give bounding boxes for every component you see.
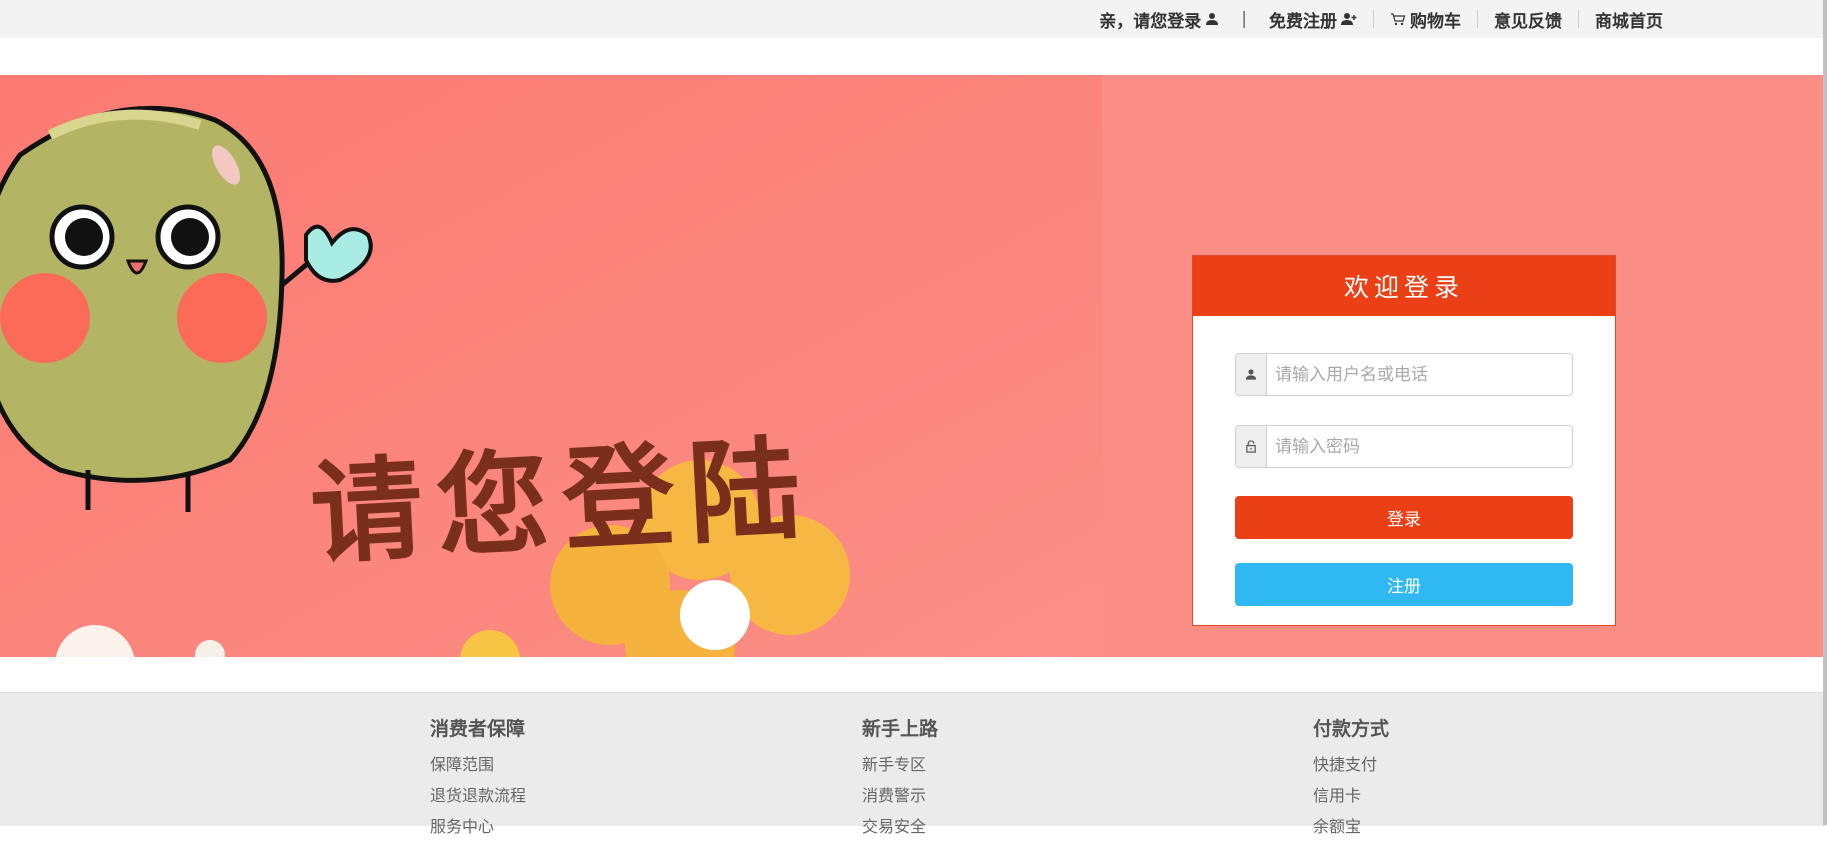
- footer-link[interactable]: 余额宝: [1313, 811, 1389, 842]
- user-icon: [1206, 13, 1219, 25]
- password-input[interactable]: [1267, 427, 1572, 466]
- nav-divider: [1373, 10, 1374, 28]
- footer-link[interactable]: 退货退款流程: [430, 780, 526, 811]
- cart-link[interactable]: 购物车: [1390, 7, 1461, 32]
- user-icon: [1236, 354, 1267, 395]
- cart-icon: [1391, 13, 1406, 26]
- footer-column-title: 消费者保障: [430, 718, 526, 740]
- username-input[interactable]: [1267, 355, 1572, 394]
- register-link-label: 免费注册: [1269, 11, 1337, 32]
- feedback-link-label: 意见反馈: [1494, 11, 1562, 32]
- home-link[interactable]: 商城首页: [1595, 7, 1663, 32]
- banner: 请您登陆 欢迎登录 登录 注册: [0, 75, 1823, 657]
- register-link[interactable]: 免费注册: [1269, 7, 1357, 32]
- footer-link[interactable]: 快捷支付: [1313, 749, 1389, 780]
- footer-column-consumer: 消费者保障 保障范围 退货退款流程 服务中心: [430, 717, 526, 842]
- register-button[interactable]: 注册: [1235, 563, 1573, 606]
- scrollbar[interactable]: [1823, 0, 1827, 825]
- login-link[interactable]: 亲，请您登录: [1099, 7, 1219, 32]
- add-user-icon: [1341, 13, 1357, 25]
- login-button[interactable]: 登录: [1235, 496, 1573, 539]
- password-field[interactable]: [1235, 425, 1573, 468]
- footer-link[interactable]: 新手专区: [862, 749, 938, 780]
- footer-link[interactable]: 交易安全: [862, 811, 938, 842]
- footer-link[interactable]: 服务中心: [430, 811, 526, 842]
- top-nav: 亲，请您登录 | 免费注册 购物车 意见反馈 商城首页: [1099, 0, 1663, 38]
- footer-link[interactable]: 消费警示: [862, 780, 938, 811]
- footer-column-title: 付款方式: [1313, 718, 1390, 740]
- home-link-label: 商城首页: [1595, 11, 1663, 32]
- nav-separator: |: [1241, 9, 1247, 29]
- login-link-label: 亲，请您登录: [1099, 11, 1202, 32]
- lock-icon: [1236, 426, 1267, 467]
- footer: 消费者保障 保障范围 退货退款流程 服务中心 新手上路 新手专区 消费警示 交易…: [0, 692, 1827, 836]
- login-panel: 欢迎登录 登录 注册: [1192, 255, 1616, 626]
- username-field[interactable]: [1235, 353, 1573, 396]
- banner-slogan: 请您登陆: [307, 422, 818, 581]
- nav-divider: [1578, 10, 1579, 28]
- top-bar: 亲，请您登录 | 免费注册 购物车 意见反馈 商城首页: [0, 0, 1827, 38]
- footer-link[interactable]: 信用卡: [1313, 780, 1389, 811]
- footer-link[interactable]: 保障范围: [430, 749, 526, 780]
- footer-column-newbie: 新手上路 新手专区 消费警示 交易安全: [862, 717, 938, 842]
- cart-link-label: 购物车: [1410, 11, 1461, 32]
- nav-divider: [1477, 10, 1478, 28]
- feedback-link[interactable]: 意见反馈: [1494, 7, 1562, 32]
- footer-column-title: 新手上路: [862, 718, 939, 740]
- footer-column-payment: 付款方式 快捷支付 信用卡 余额宝: [1313, 717, 1389, 842]
- login-title: 欢迎登录: [1193, 256, 1615, 316]
